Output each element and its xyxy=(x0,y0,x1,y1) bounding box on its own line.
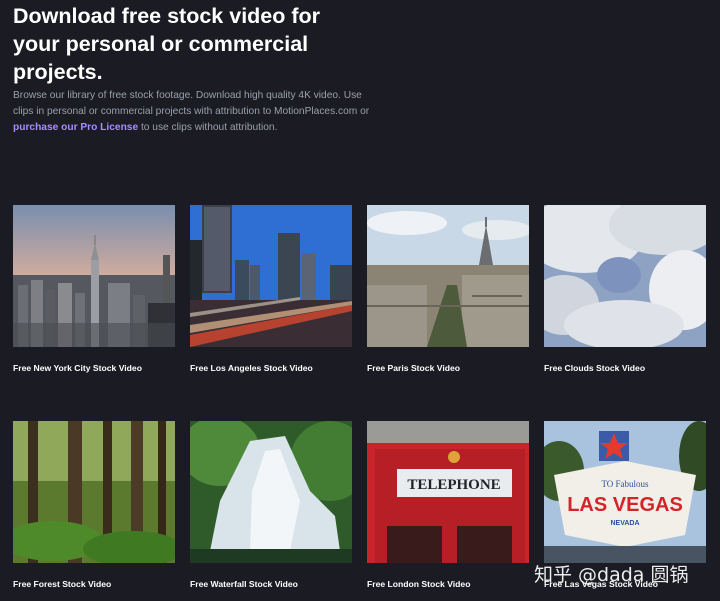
video-thumbnail[interactable]: TO Fabulous LAS VEGAS NEVADA xyxy=(544,421,706,563)
video-card-clouds[interactable]: Free Clouds Stock Video xyxy=(544,205,706,373)
video-thumbnail[interactable] xyxy=(190,205,352,347)
video-card-los-angeles[interactable]: Free Los Angeles Stock Video xyxy=(190,205,352,373)
video-card-paris[interactable]: Free Paris Stock Video xyxy=(367,205,529,373)
svg-text:LAS VEGAS: LAS VEGAS xyxy=(567,494,683,516)
video-card-london[interactable]: TELEPHONE Free London Stock Video xyxy=(367,421,529,589)
headline-line: projects. xyxy=(13,60,103,84)
new-york-skyline-image xyxy=(13,205,175,347)
svg-text:TO Fabulous: TO Fabulous xyxy=(601,479,649,489)
forest-trees-image xyxy=(13,421,175,563)
intro-paragraph: Browse our library of free stock footage… xyxy=(13,88,383,136)
video-card-caption[interactable]: Free Waterfall Stock Video xyxy=(190,579,298,589)
video-card-caption[interactable]: Free London Stock Video xyxy=(367,579,470,589)
video-card-caption[interactable]: Free Los Angeles Stock Video xyxy=(190,363,313,373)
video-card-caption[interactable]: Free New York City Stock Video xyxy=(13,363,142,373)
video-thumbnail[interactable]: TELEPHONE xyxy=(367,421,529,563)
las-vegas-sign-image: TO Fabulous LAS VEGAS NEVADA xyxy=(544,421,706,563)
video-card-new-york[interactable]: Free New York City Stock Video xyxy=(13,205,175,373)
intro-line: purchase our Pro License to use clips wi… xyxy=(13,120,383,136)
svg-text:TELEPHONE: TELEPHONE xyxy=(407,477,500,493)
london-telephone-booth-image: TELEPHONE xyxy=(367,421,529,563)
intro-line: clips in personal or commercial projects… xyxy=(13,106,370,117)
los-angeles-city-image xyxy=(190,205,352,347)
video-thumbnail[interactable] xyxy=(367,205,529,347)
clouds-sky-image xyxy=(544,205,706,347)
waterfall-image xyxy=(190,421,352,563)
intro-line: Browse our library of free stock footage… xyxy=(13,90,362,101)
page-headline: Download free stock video for your perso… xyxy=(13,2,353,86)
svg-text:NEVADA: NEVADA xyxy=(610,520,639,527)
video-card-caption[interactable]: Free Paris Stock Video xyxy=(367,363,460,373)
watermark: 知乎 @dada 圆锅 xyxy=(534,564,689,586)
video-card-caption[interactable]: Free Forest Stock Video xyxy=(13,579,111,589)
video-thumbnail[interactable] xyxy=(544,205,706,347)
video-card-waterfall[interactable]: Free Waterfall Stock Video xyxy=(190,421,352,589)
intro-line-rest: to use clips without attribution. xyxy=(138,122,278,133)
video-thumbnail[interactable] xyxy=(190,421,352,563)
video-thumbnail[interactable] xyxy=(13,205,175,347)
video-card-forest[interactable]: Free Forest Stock Video xyxy=(13,421,175,589)
headline-line: Download free stock video for xyxy=(13,4,321,28)
video-card-las-vegas[interactable]: TO Fabulous LAS VEGAS NEVADA Free Las Ve… xyxy=(544,421,706,589)
video-thumbnail[interactable] xyxy=(13,421,175,563)
video-card-caption[interactable]: Free Clouds Stock Video xyxy=(544,363,645,373)
headline-line: your personal or commercial xyxy=(13,32,309,56)
pro-license-link[interactable]: purchase our Pro License xyxy=(13,122,138,133)
paris-eiffel-tower-image xyxy=(367,205,529,347)
